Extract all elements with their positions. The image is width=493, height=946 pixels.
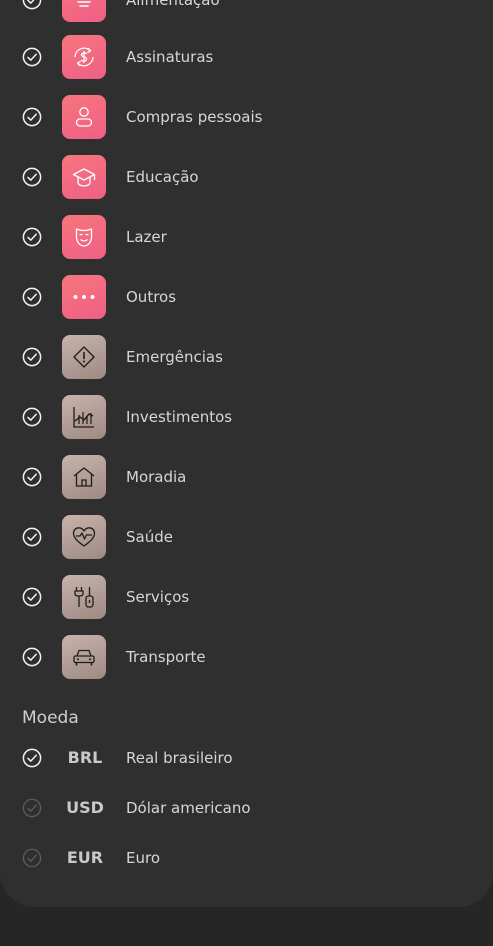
currency-option-brl[interactable]: BRL Real brasileiro xyxy=(0,733,493,783)
checkmark-circle-icon[interactable] xyxy=(22,227,42,247)
currency-section-title: Moeda xyxy=(22,708,79,728)
currency-label: Euro xyxy=(126,849,160,867)
theater-mask-icon xyxy=(62,215,106,259)
food-icon xyxy=(62,0,106,22)
graduation-cap-icon xyxy=(62,155,106,199)
currency-code: EUR xyxy=(66,848,104,867)
category-label: Alimentação xyxy=(126,0,220,9)
category-label: Emergências xyxy=(126,348,223,366)
currency-option-usd[interactable]: USD Dólar americano xyxy=(0,783,493,833)
checkmark-circle-icon[interactable] xyxy=(22,167,42,187)
checkmark-circle-icon[interactable] xyxy=(22,287,42,307)
category-row-saude[interactable]: Saúde xyxy=(0,507,493,567)
category-label: Educação xyxy=(126,168,199,186)
currency-option-eur[interactable]: EUR Euro xyxy=(0,833,493,883)
checkmark-circle-icon[interactable] xyxy=(22,748,42,768)
house-icon xyxy=(62,455,106,499)
checkmark-circle-icon[interactable] xyxy=(22,527,42,547)
category-row-servicos[interactable]: Serviços xyxy=(0,567,493,627)
person-icon xyxy=(62,95,106,139)
subscription-dollar-icon xyxy=(62,35,106,79)
category-row-transporte[interactable]: Transporte xyxy=(0,627,493,687)
checkmark-circle-icon[interactable] xyxy=(22,0,42,10)
category-label: Compras pessoais xyxy=(126,108,263,126)
heart-pulse-icon xyxy=(62,515,106,559)
currency-code: BRL xyxy=(67,748,103,767)
checkmark-circle-icon[interactable] xyxy=(22,848,42,868)
category-row-assinaturas[interactable]: Assinaturas xyxy=(0,27,493,87)
checkmark-circle-icon[interactable] xyxy=(22,798,42,818)
category-label: Saúde xyxy=(126,528,173,546)
currency-label: Dólar americano xyxy=(126,799,251,817)
category-row-compras-pessoais[interactable]: Compras pessoais xyxy=(0,87,493,147)
category-label: Outros xyxy=(126,288,177,306)
category-row-moradia[interactable]: Moradia xyxy=(0,447,493,507)
category-label: Investimentos xyxy=(126,408,233,426)
category-row-educacao[interactable]: Educação xyxy=(0,147,493,207)
category-label: Assinaturas xyxy=(126,48,214,66)
category-label: Serviços xyxy=(126,588,190,606)
checkmark-circle-icon[interactable] xyxy=(22,47,42,67)
tools-icon xyxy=(62,575,106,619)
category-row-outros[interactable]: Outros xyxy=(0,267,493,327)
category-row-emergencias[interactable]: Emergências xyxy=(0,327,493,387)
chart-trend-icon xyxy=(62,395,106,439)
checkmark-circle-icon[interactable] xyxy=(22,347,42,367)
car-icon xyxy=(62,635,106,679)
category-label: Lazer xyxy=(126,228,167,246)
currency-label: Real brasileiro xyxy=(126,749,233,767)
checkmark-circle-icon[interactable] xyxy=(22,107,42,127)
category-label: Moradia xyxy=(126,468,187,486)
category-row-lazer[interactable]: Lazer xyxy=(0,207,493,267)
more-dots-icon xyxy=(62,275,106,319)
checkmark-circle-icon[interactable] xyxy=(22,407,42,427)
warning-diamond-icon xyxy=(62,335,106,379)
checkmark-circle-icon[interactable] xyxy=(22,467,42,487)
category-row-investimentos[interactable]: Investimentos xyxy=(0,387,493,447)
currency-code: USD xyxy=(66,798,104,817)
checkmark-circle-icon[interactable] xyxy=(22,587,42,607)
checkmark-circle-icon[interactable] xyxy=(22,647,42,667)
category-label: Transporte xyxy=(126,648,206,666)
category-row-alimentacao[interactable]: Alimentação xyxy=(0,0,493,30)
